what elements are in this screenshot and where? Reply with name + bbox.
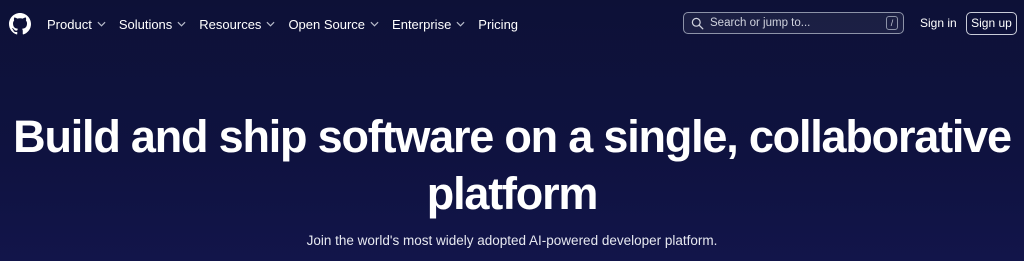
chevron-down-icon <box>266 21 275 27</box>
nav-product-label: Product <box>47 16 92 32</box>
nav-open-source[interactable]: Open Source <box>288 17 379 32</box>
chevron-down-icon <box>97 21 106 27</box>
chevron-down-icon <box>370 21 379 27</box>
nav-solutions[interactable]: Solutions <box>119 17 186 32</box>
main-nav: Product Solutions Resources Open Source … <box>47 0 531 48</box>
nav-resources[interactable]: Resources <box>199 17 275 32</box>
top-navigation-bar: Product Solutions Resources Open Source … <box>0 0 1024 48</box>
hero-subtitle: Join the world's most widely adopted AI-… <box>306 233 718 248</box>
search-shortcut-key: / <box>886 16 898 30</box>
chevron-down-icon <box>456 21 465 27</box>
sign-up-button[interactable]: Sign up <box>966 12 1017 35</box>
nav-enterprise[interactable]: Enterprise <box>392 17 465 32</box>
nav-solutions-label: Solutions <box>118 16 173 32</box>
nav-product[interactable]: Product <box>47 17 106 32</box>
search-box[interactable]: / <box>683 12 904 34</box>
nav-resources-label: Resources <box>199 16 262 32</box>
nav-open-source-label: Open Source <box>288 16 366 32</box>
search-input[interactable] <box>710 17 870 29</box>
search-icon <box>691 17 704 29</box>
nav-pricing[interactable]: Pricing <box>478 17 518 32</box>
nav-pricing-label: Pricing <box>478 16 519 32</box>
chevron-down-icon <box>177 21 186 27</box>
nav-enterprise-label: Enterprise <box>392 16 452 32</box>
sign-in-link[interactable]: Sign in <box>920 16 957 30</box>
github-logo-icon[interactable] <box>9 13 31 35</box>
hero-title: Build and ship software on a single, col… <box>13 111 1012 219</box>
